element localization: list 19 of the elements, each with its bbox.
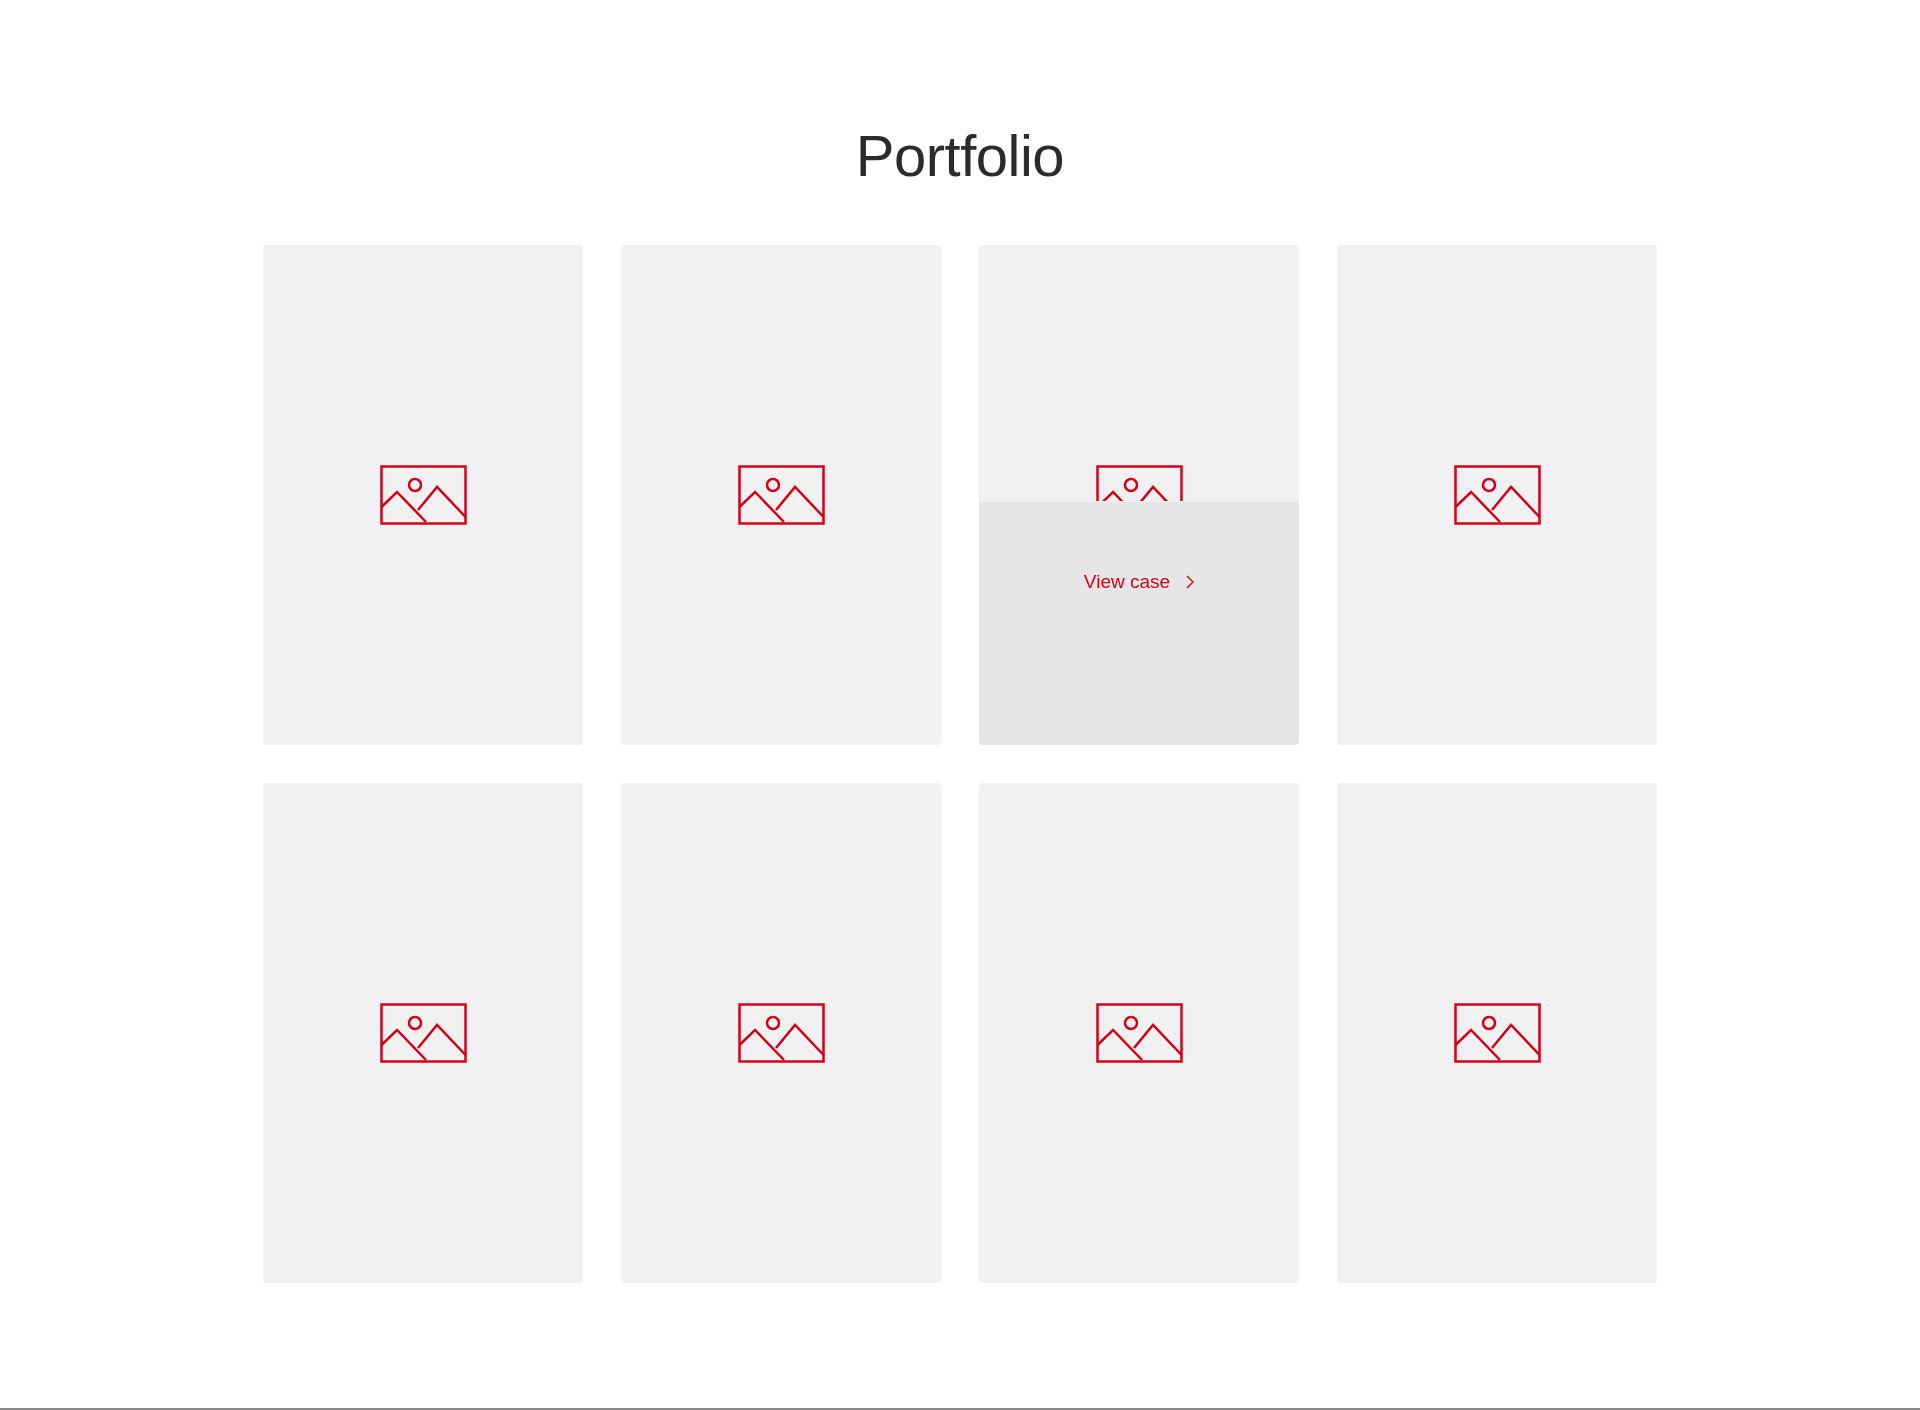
portfolio-card[interactable] (621, 245, 941, 745)
portfolio-card[interactable] (621, 783, 941, 1283)
portfolio-card[interactable]: View case (979, 245, 1299, 745)
view-case-link[interactable]: View case (1083, 568, 1195, 596)
image-placeholder-icon (1095, 1003, 1183, 1063)
image-placeholder-icon (1453, 1003, 1541, 1063)
portfolio-card[interactable] (263, 783, 583, 1283)
portfolio-card[interactable] (263, 245, 583, 745)
image-placeholder-icon (379, 1003, 467, 1063)
page-title: Portfolio (855, 122, 1065, 190)
portfolio-card[interactable] (1337, 245, 1657, 745)
image-placeholder-icon (379, 465, 467, 525)
image-placeholder-icon (1095, 465, 1183, 501)
image-placeholder-icon (1453, 465, 1541, 525)
chevron-right-icon (1186, 575, 1195, 589)
image-placeholder-icon (737, 465, 825, 525)
image-placeholder-icon (737, 1003, 825, 1063)
portfolio-card[interactable] (979, 783, 1299, 1283)
portfolio-card[interactable] (1337, 783, 1657, 1283)
